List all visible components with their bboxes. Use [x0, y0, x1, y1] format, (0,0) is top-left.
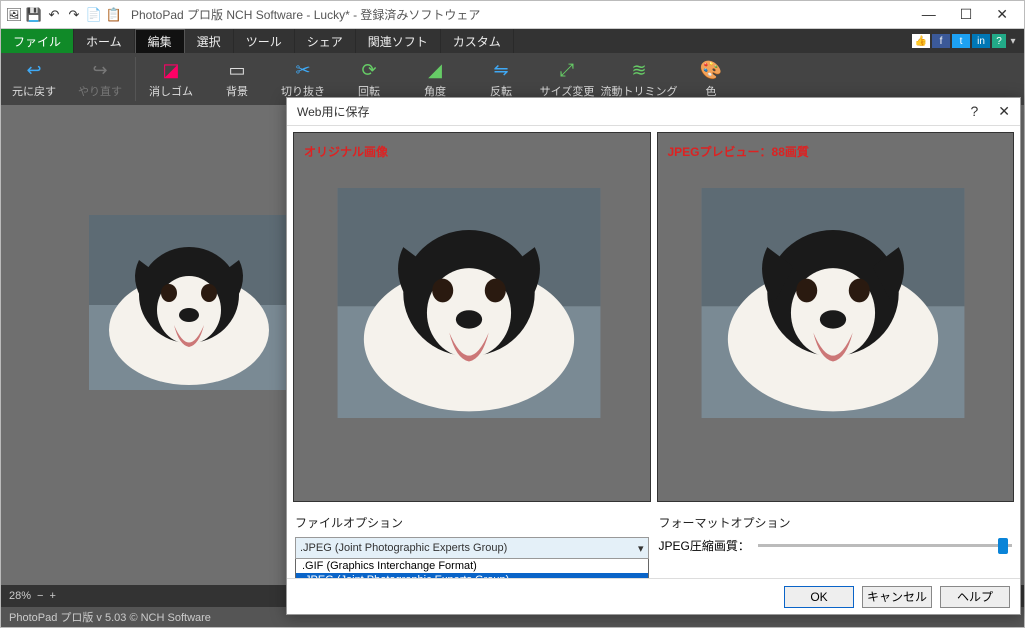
left-panel: オリジナル画像 ファイルオプション .JPEG (Joint Photograp… [293, 132, 651, 572]
paste-icon[interactable]: 📋 [105, 6, 123, 24]
like-icon[interactable]: 👍 [912, 34, 930, 48]
format-options-group: フォーマットオプション JPEG圧縮画質： [657, 510, 1015, 558]
linkedin-icon[interactable]: in [972, 34, 990, 48]
tab-edit[interactable]: 編集 [135, 29, 185, 53]
angle-icon: ◢ [428, 59, 442, 81]
background-icon: ▭ [228, 59, 245, 81]
format-options-label: フォーマットオプション [659, 514, 1013, 531]
save-icon[interactable]: 💾 [25, 6, 43, 24]
redo-tool-icon: ↪ [92, 59, 107, 81]
eraser-icon: ◪ [162, 59, 179, 81]
tool-undo[interactable]: ↩ 元に戻す [1, 53, 67, 105]
tab-file[interactable]: ファイル [1, 29, 74, 53]
tab-tools[interactable]: ツール [234, 29, 295, 53]
original-preview: オリジナル画像 [293, 132, 651, 502]
undo-tool-icon: ↩ [26, 59, 41, 81]
help-icon[interactable]: ? [992, 34, 1006, 48]
rotate-icon: ⟳ [361, 59, 376, 81]
menubar: ファイル ホーム 編集 選択 ツール シェア 関連ソフト カスタム 👍 f t … [1, 29, 1024, 53]
social-icons: 👍 f t in ? ▾ [912, 29, 1024, 53]
liquid-icon: ≋ [631, 59, 646, 81]
zoom-in-button[interactable]: + [49, 590, 55, 602]
dialog-help-button[interactable]: ? [970, 103, 978, 120]
tab-home[interactable]: ホーム [74, 29, 135, 53]
quick-access-toolbar: 🖼 💾 ↶ ↷ 📄 📋 [5, 6, 123, 24]
tool-eraser[interactable]: ◪ 消しゴム [138, 53, 204, 105]
original-image [314, 188, 624, 418]
tool-label: やり直す [78, 83, 122, 99]
facebook-icon[interactable]: f [932, 34, 950, 48]
tab-select[interactable]: 選択 [185, 29, 234, 53]
app-title: PhotoPad プロ版 NCH Software - Lucky* - 登録済… [131, 6, 480, 23]
dog-image [89, 215, 289, 390]
flip-icon: ⇋ [493, 59, 508, 81]
jpeg-preview-image [678, 188, 988, 418]
minimize-button[interactable]: — [922, 6, 936, 23]
ok-button[interactable]: OK [784, 586, 854, 608]
dialog-title: Web用に保存 [297, 103, 369, 120]
window-controls: — ☐ ✕ [922, 6, 1020, 23]
format-option-gif[interactable]: .GIF (Graphics Interchange Format) [296, 559, 648, 573]
separator [135, 57, 136, 101]
close-button[interactable]: ✕ [996, 6, 1008, 23]
version-label: PhotoPad プロ版 v 5.03 © NCH Software [9, 609, 211, 625]
titlebar: 🖼 💾 ↶ ↷ 📄 📋 PhotoPad プロ版 NCH Software - … [1, 1, 1024, 29]
file-options-label: ファイルオプション [295, 514, 649, 531]
canvas-image [89, 215, 289, 390]
crop-icon: ✂ [295, 59, 310, 81]
tab-related[interactable]: 関連ソフト [356, 29, 441, 53]
format-dropdown-list: .GIF (Graphics Interchange Format) .JPEG… [295, 559, 649, 578]
undo-icon[interactable]: ↶ [45, 6, 63, 24]
tab-share[interactable]: シェア [295, 29, 356, 53]
quality-label: JPEG圧縮画質： [659, 537, 750, 554]
help-dropdown-icon[interactable]: ▾ [1008, 34, 1018, 48]
tool-label: 元に戻す [12, 83, 56, 99]
dialog-titlebar: Web用に保存 ? ✕ [287, 98, 1020, 126]
quality-slider[interactable] [758, 544, 1012, 547]
original-caption: オリジナル画像 [304, 143, 640, 160]
quality-row: JPEG圧縮画質： [659, 537, 1013, 554]
dialog-buttons: OK キャンセル ヘルプ [287, 578, 1020, 614]
jpeg-preview-caption: JPEGプレビュー：88画質 [668, 143, 1004, 160]
tool-redo[interactable]: ↪ やり直す [67, 53, 133, 105]
zoom-level: 28% [9, 590, 31, 602]
file-options-group: ファイルオプション .JPEG (Joint Photographic Expe… [293, 510, 651, 578]
format-select-value: .JPEG (Joint Photographic Experts Group) [300, 542, 507, 554]
jpeg-preview: JPEGプレビュー：88画質 [657, 132, 1015, 502]
zoom-out-button[interactable]: − [37, 590, 43, 602]
help-button[interactable]: ヘルプ [940, 586, 1010, 608]
copy-icon[interactable]: 📄 [85, 6, 103, 24]
cancel-button[interactable]: キャンセル [862, 586, 932, 608]
right-panel: JPEGプレビュー：88画質 フォーマットオプション JPEG圧縮画質： [657, 132, 1015, 572]
maximize-button[interactable]: ☐ [960, 6, 973, 23]
tool-background[interactable]: ▭ 背景 [204, 53, 270, 105]
tab-custom[interactable]: カスタム [441, 29, 514, 53]
dialog-close-button[interactable]: ✕ [998, 103, 1010, 120]
tool-label: 消しゴム [149, 83, 193, 99]
chevron-down-icon: ▾ [638, 542, 644, 555]
format-select[interactable]: .JPEG (Joint Photographic Experts Group)… [295, 537, 649, 559]
save-for-web-dialog: Web用に保存 ? ✕ オリジナル画像 ファイルオプション .JPEG (Joi… [286, 97, 1021, 615]
app-icon: 🖼 [5, 6, 23, 24]
color-icon: 🎨 [700, 59, 722, 81]
tool-label: 背景 [226, 83, 248, 99]
resize-icon: ⤢ [560, 59, 574, 81]
twitter-icon[interactable]: t [952, 34, 970, 48]
redo-icon[interactable]: ↷ [65, 6, 83, 24]
quality-slider-thumb[interactable] [998, 538, 1008, 554]
